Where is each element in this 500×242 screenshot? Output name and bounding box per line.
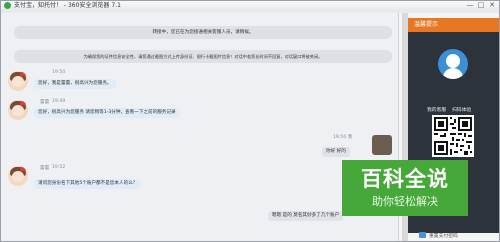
transfer-notice: 转接中，您已在为您接通相关客服人员，请稍候。: [14, 26, 392, 39]
window-title: 支付宝，知托付！ - 360安全浏览器 7.1: [14, 2, 121, 9]
watermark-title: 百科全说: [361, 167, 449, 191]
agent-avatar: [8, 100, 28, 120]
scan-link[interactable]: 扫码体验: [452, 106, 471, 113]
title-bar: 支付宝，知托付！ - 360安全浏览器 7.1 — □ ✕: [0, 0, 500, 11]
watermark-subtitle: 助你轻松解决: [372, 195, 438, 208]
tips-title: 温馨提示: [414, 21, 439, 28]
message-sender: 蕾蕾: [40, 166, 50, 171]
agent-message: 请问您身份名下其他5个账户都不是您本人的么？: [34, 179, 142, 189]
agent-message: 您好，我是蕾蕾，很高兴为您服务。: [34, 79, 116, 89]
agent-avatar: [8, 166, 28, 186]
message-time: 19:50 我: [333, 135, 353, 140]
qr-code: [432, 115, 474, 157]
chat-area[interactable]: 转接中，您已在为您接通相关客服人员，请稍候。 为确保您的证件信息安全性，请您通过…: [0, 13, 398, 242]
message-sender: 蕾蕾: [40, 100, 50, 105]
watermark-logo: 百科全说 助你轻松解决: [342, 160, 468, 216]
customer-service-icon: [438, 49, 468, 79]
tips-header: 温馨提示: [408, 18, 499, 32]
message-time: 19:52: [52, 165, 66, 170]
my-service-link[interactable]: 我的客服: [427, 106, 446, 113]
user-avatar: [372, 135, 392, 155]
message-time: 19:50: [52, 70, 66, 75]
security-notice: 为确保您的证件信息安全性，请您通过截图方式上传身份证、银行卡截图片信息！对话中若…: [14, 50, 392, 63]
browser-icon: [4, 2, 11, 9]
agent-message: 您好，很高兴为您服务 请您稍等1-3分钟，查看一下之前的服务记录: [34, 108, 180, 118]
agent-avatar: [8, 71, 28, 91]
close-button[interactable]: ✕: [487, 1, 497, 10]
reset-password-icon: [419, 232, 426, 238]
reset-pay-password-link[interactable]: 重置支付密码: [429, 232, 458, 239]
user-message: 你好 好的: [322, 147, 350, 157]
maximize-button[interactable]: □: [476, 1, 486, 10]
minimize-button[interactable]: —: [465, 1, 475, 10]
message-time: 19:49: [52, 99, 66, 104]
user-message: 嗯嗯 是的 莫名其妙多了几个账户: [268, 211, 344, 221]
